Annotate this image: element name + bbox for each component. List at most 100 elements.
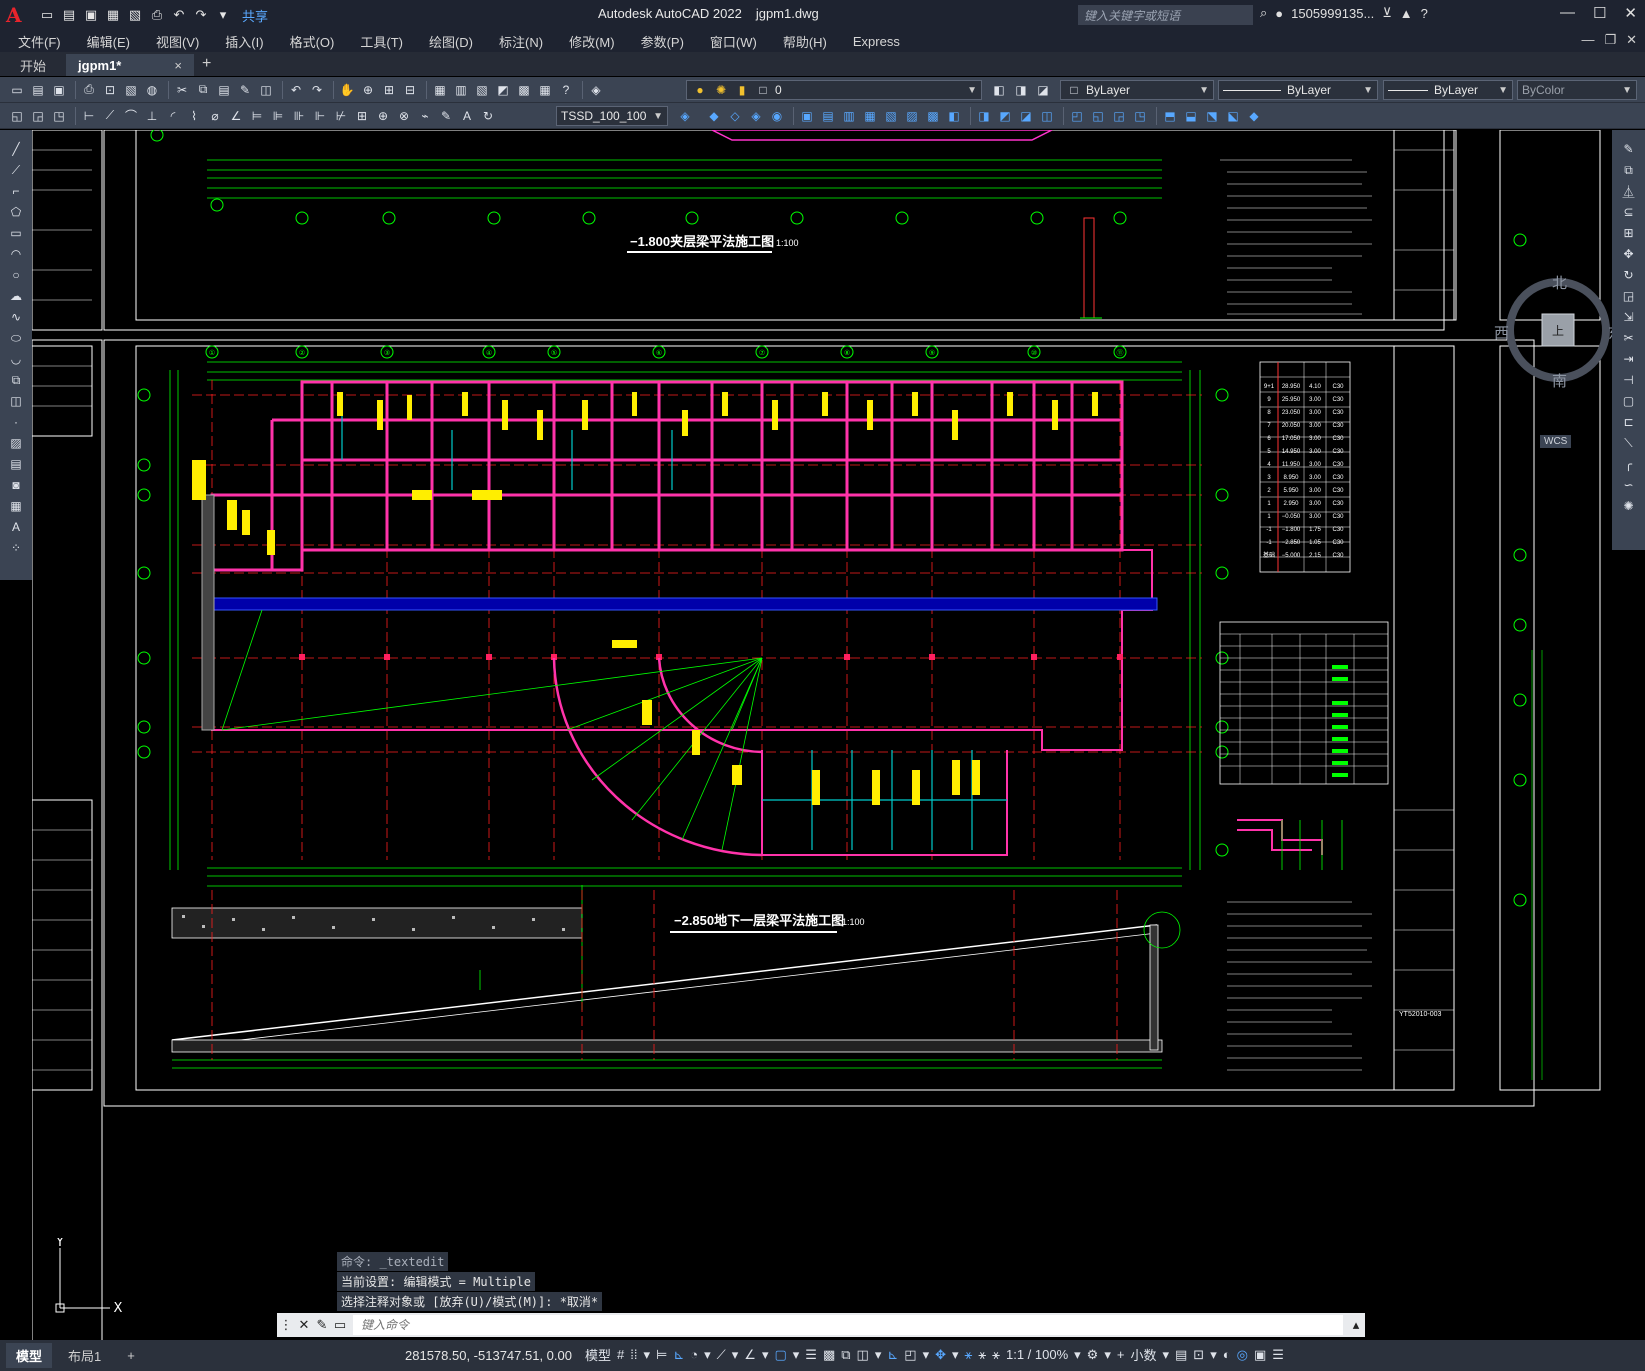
color-dropdown[interactable]: □ ByLayer ▼ bbox=[1060, 80, 1214, 100]
offset-icon[interactable]: ⊆ bbox=[1620, 203, 1638, 221]
chevron-down-icon[interactable]: ▾ bbox=[762, 1347, 769, 1363]
tssd-tool-21-icon[interactable]: ⬒ bbox=[1161, 107, 1179, 125]
jogged-linear-icon[interactable]: ⌁ bbox=[416, 107, 434, 125]
tssd-tool-18-icon[interactable]: ◱ bbox=[1089, 107, 1107, 125]
north-label[interactable]: 北 bbox=[1552, 272, 1567, 293]
infer-icon[interactable]: ⊨ bbox=[656, 1347, 667, 1363]
continue-icon[interactable]: ⊪ bbox=[290, 107, 308, 125]
isodraft-icon[interactable]: ⟋ bbox=[717, 1347, 726, 1363]
help-icon[interactable]: ? bbox=[1421, 6, 1428, 21]
annotation-visibility-icon[interactable]: ⚹ bbox=[965, 1347, 973, 1363]
chevron-down-icon[interactable]: ▾ bbox=[1104, 1347, 1111, 1363]
open-icon[interactable]: ▤ bbox=[29, 81, 47, 99]
design-center-icon[interactable]: ▥ bbox=[452, 81, 470, 99]
arc-icon[interactable]: ◠ bbox=[7, 245, 25, 263]
doc-restore-icon[interactable]: ❐ bbox=[1604, 32, 1616, 48]
cut-icon[interactable]: ✂ bbox=[173, 81, 191, 99]
revcloud-icon[interactable]: ☁ bbox=[7, 287, 25, 305]
layer-previous-icon[interactable]: ◨ bbox=[1012, 81, 1030, 99]
user-name[interactable]: 1505999135... bbox=[1291, 6, 1374, 21]
chevron-down-icon[interactable]: ▾ bbox=[704, 1347, 711, 1363]
erase-icon[interactable]: ✎ bbox=[1620, 140, 1638, 158]
stretch-icon[interactable]: ⇲ bbox=[1620, 308, 1638, 326]
polar-icon[interactable]: ◔ bbox=[690, 1347, 698, 1362]
menu-format[interactable]: 格式(O) bbox=[290, 32, 335, 51]
ellipse-icon[interactable]: ⬭ bbox=[7, 329, 25, 347]
menu-view[interactable]: 视图(V) bbox=[156, 32, 199, 51]
save-icon[interactable]: ▣ bbox=[50, 81, 68, 99]
chevron-down-icon[interactable]: ▾ bbox=[1074, 1347, 1081, 1363]
layer-state-icon[interactable]: ◪ bbox=[1034, 81, 1052, 99]
gizmo-icon[interactable]: ✥ bbox=[935, 1347, 946, 1363]
menu-insert[interactable]: 插入(I) bbox=[225, 32, 263, 51]
plot-icon[interactable]: ⎙ bbox=[80, 81, 98, 99]
center-mark-icon[interactable]: ⊕ bbox=[374, 107, 392, 125]
point-icon[interactable]: · bbox=[7, 413, 25, 431]
tssd-tool-3-icon[interactable]: ◈ bbox=[747, 107, 765, 125]
plot-icon[interactable]: ⎙ bbox=[148, 6, 166, 24]
quick-dim-icon[interactable]: ⊨ bbox=[248, 107, 266, 125]
menu-modify[interactable]: 修改(M) bbox=[569, 32, 615, 51]
tssd-tool-9-icon[interactable]: ▧ bbox=[882, 107, 900, 125]
osnap-icon[interactable]: ▢ bbox=[774, 1347, 786, 1363]
tab-model[interactable]: 模型 bbox=[6, 1343, 53, 1368]
chevron-down-icon[interactable]: ▾ bbox=[1210, 1347, 1217, 1363]
lock-ui-icon[interactable]: ⊡ bbox=[1193, 1347, 1204, 1363]
dim-style-manager-icon[interactable]: ◈ bbox=[676, 107, 694, 125]
auto-scale-icon[interactable]: ⚹ bbox=[978, 1347, 986, 1363]
dim-update-icon[interactable]: ◱ bbox=[8, 107, 26, 125]
tssd-tool-16-icon[interactable]: ◫ bbox=[1038, 107, 1056, 125]
tssd-tool-11-icon[interactable]: ▩ bbox=[924, 107, 942, 125]
scale-readout[interactable]: 1:1 / 100% bbox=[1006, 1347, 1068, 1362]
share-button[interactable]: 共享 bbox=[242, 6, 268, 25]
otrack-icon[interactable]: ∠ bbox=[744, 1347, 756, 1363]
space-icon[interactable]: ⊩ bbox=[311, 107, 329, 125]
new-icon[interactable]: ▭ bbox=[38, 6, 56, 24]
tolerance-icon[interactable]: ⊞ bbox=[353, 107, 371, 125]
new-tab-button[interactable]: + bbox=[202, 55, 211, 73]
zoom-window-icon[interactable]: ⊞ bbox=[380, 81, 398, 99]
menu-dimension[interactable]: 标注(N) bbox=[499, 32, 543, 51]
menu-express[interactable]: Express bbox=[853, 34, 900, 49]
redo-icon[interactable]: ↷ bbox=[192, 6, 210, 24]
spline-icon[interactable]: ∿ bbox=[7, 308, 25, 326]
fillet-icon[interactable]: ╭ bbox=[1620, 455, 1638, 473]
west-label[interactable]: 西 bbox=[1494, 322, 1509, 343]
tool-palettes-icon[interactable]: ▧ bbox=[473, 81, 491, 99]
zoom-previous-icon[interactable]: ⊟ bbox=[401, 81, 419, 99]
menu-tools[interactable]: 工具(T) bbox=[360, 32, 403, 51]
tssd-tool-19-icon[interactable]: ◲ bbox=[1110, 107, 1128, 125]
tssd-tool-10-icon[interactable]: ▨ bbox=[903, 107, 921, 125]
block-editor-icon[interactable]: ◫ bbox=[257, 81, 275, 99]
tab-close-icon[interactable]: × bbox=[174, 58, 182, 73]
chevron-down-icon[interactable]: ▾ bbox=[952, 1347, 959, 1363]
scale-icon[interactable]: ◲ bbox=[1620, 287, 1638, 305]
construction-line-icon[interactable]: ⟋ bbox=[7, 161, 25, 179]
menu-edit[interactable]: 编辑(E) bbox=[87, 32, 130, 51]
plot-preview-icon[interactable]: ⊡ bbox=[101, 81, 119, 99]
selection-filter-icon[interactable]: ◰ bbox=[904, 1347, 916, 1363]
move-icon[interactable]: ✥ bbox=[1620, 245, 1638, 263]
save-icon[interactable]: ▣ bbox=[82, 6, 100, 24]
match-prop-icon[interactable]: ✎ bbox=[236, 81, 254, 99]
gradient-icon[interactable]: ▤ bbox=[7, 455, 25, 473]
annotation-scale-icon[interactable]: ⚹ bbox=[992, 1347, 1000, 1363]
tssd-tool-6-icon[interactable]: ▤ bbox=[819, 107, 837, 125]
quick-properties-icon[interactable]: ▤ bbox=[1175, 1347, 1187, 1363]
annotation-monitor-icon[interactable]: + bbox=[1117, 1347, 1125, 1362]
tssd-tool-1-icon[interactable]: ◆ bbox=[705, 107, 723, 125]
insert-block-icon[interactable]: ⧉ bbox=[7, 371, 25, 389]
tssd-tool-24-icon[interactable]: ⬕ bbox=[1224, 107, 1242, 125]
chamfer-icon[interactable]: ⟍ bbox=[1620, 434, 1638, 452]
break-icon[interactable]: ▢ bbox=[1620, 392, 1638, 410]
new-icon[interactable]: ▭ bbox=[8, 81, 26, 99]
menu-parametric[interactable]: 参数(P) bbox=[641, 32, 684, 51]
workspace-gear-icon[interactable]: ⚙ bbox=[1087, 1347, 1099, 1363]
command-input[interactable] bbox=[353, 1315, 1343, 1335]
polyline-icon[interactable]: ⌐ bbox=[7, 182, 25, 200]
tssd-tool-13-icon[interactable]: ◨ bbox=[975, 107, 993, 125]
search-input[interactable]: 键入关键字或短语 bbox=[1078, 5, 1253, 25]
redo-icon[interactable]: ↷ bbox=[308, 81, 326, 99]
chevron-down-icon[interactable]: ▾ bbox=[732, 1347, 739, 1363]
recent-commands-icon[interactable]: ▭ bbox=[331, 1317, 349, 1333]
